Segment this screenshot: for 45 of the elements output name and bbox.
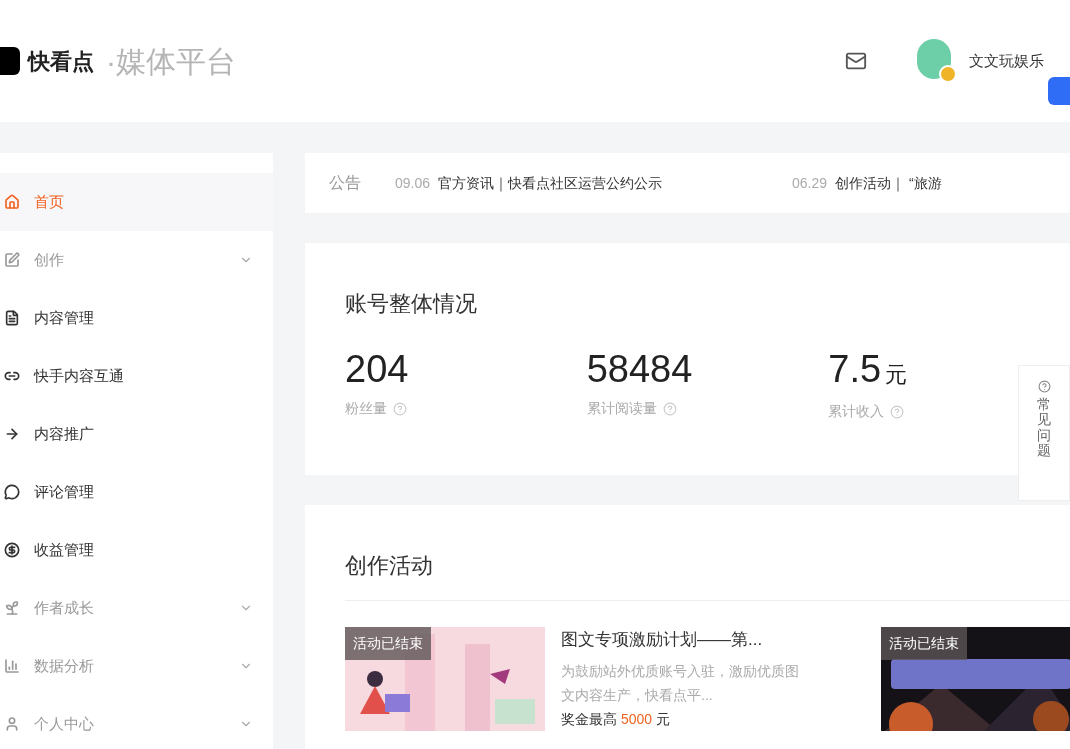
edit-icon: [4, 252, 20, 268]
home-icon: [4, 194, 20, 210]
sidebar-item[interactable]: 内容推广: [0, 405, 273, 463]
status-badge: 活动已结束: [345, 627, 431, 660]
sprout-icon: [4, 600, 20, 616]
help-icon[interactable]: [662, 401, 677, 416]
bonus-text: 奖金最高 5000 元: [561, 709, 671, 729]
sidebar-item[interactable]: 评论管理: [0, 463, 273, 521]
coin-icon: [4, 542, 20, 558]
user-name[interactable]: 文文玩娱乐: [969, 49, 1044, 73]
notice-label: 公告: [329, 173, 361, 193]
notice-date: 09.06: [395, 173, 431, 193]
stat-label: 累计阅读量: [586, 399, 657, 418]
section-title: 账号整体情况: [345, 290, 478, 318]
activity-description: 为鼓励站外优质账号入驻，激励优质图文内容生产，快看点平...: [561, 661, 800, 705]
notice-link[interactable]: 官方资讯｜快看点社区运营公约公示: [438, 172, 663, 194]
notice-date: 06.29: [792, 173, 828, 193]
activity-title[interactable]: 图文专项激励计划——第...: [561, 627, 811, 653]
stat-label: 粉丝量: [345, 399, 387, 418]
brand-name: 快看点: [28, 47, 94, 76]
help-icon: [1037, 380, 1051, 393]
platform-subtitle: ·媒体平台: [106, 43, 236, 80]
side-badge[interactable]: [1048, 77, 1070, 105]
verified-badge: [939, 65, 957, 83]
mail-icon[interactable]: [845, 50, 867, 72]
help-icon[interactable]: [393, 401, 407, 416]
help-icon[interactable]: [890, 404, 905, 419]
chart-icon: [4, 658, 20, 674]
stat-value: 58484: [586, 350, 693, 388]
section-title: 创作活动: [345, 552, 434, 580]
notice-link[interactable]: 创作活动｜ “旅游: [835, 172, 942, 194]
sidebar-item[interactable]: 收益管理: [0, 521, 273, 579]
user-icon: [4, 716, 20, 732]
stat-label: 累计收入: [828, 402, 885, 421]
help-tab[interactable]: 常见问题: [1018, 365, 1070, 501]
document-icon: [4, 310, 20, 326]
sidebar-item[interactable]: 快手内容互通: [0, 347, 273, 405]
avatar[interactable]: [917, 39, 951, 79]
logo-icon: [0, 47, 20, 75]
chat-icon: [4, 484, 20, 500]
status-badge: 活动已结束: [881, 627, 967, 660]
stat-value: 204: [345, 350, 409, 388]
sidebar-item[interactable]: 内容管理: [0, 289, 273, 347]
stat-value: 7.5: [828, 350, 882, 388]
stat-unit: 元: [885, 361, 908, 389]
